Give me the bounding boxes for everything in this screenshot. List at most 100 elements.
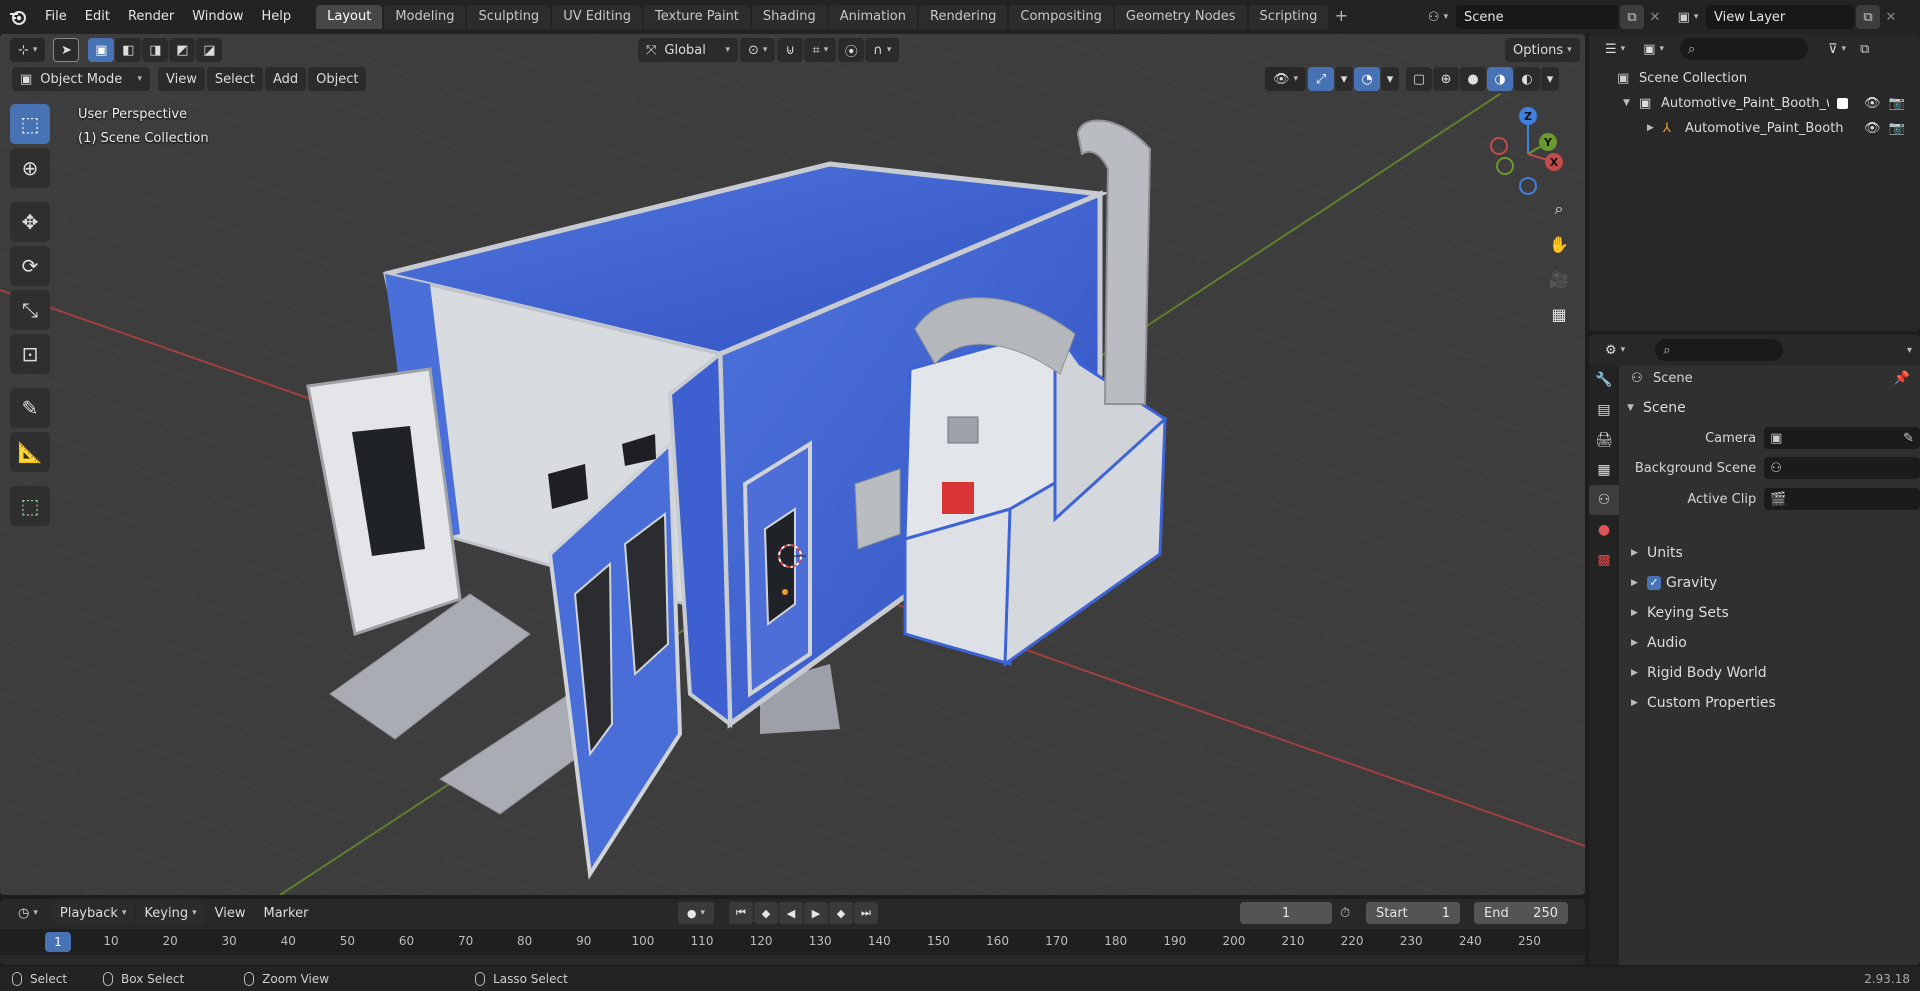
props-options-icon[interactable]: ▾: [1907, 345, 1912, 356]
scale-tool-icon[interactable]: ⤡: [10, 290, 50, 330]
render-tab-icon[interactable]: ▤: [1589, 395, 1619, 425]
keying-sets-panel-header[interactable]: ▶ Keying Sets: [1631, 601, 1729, 625]
tab-compositing[interactable]: Compositing: [1009, 5, 1113, 29]
view-layer-field[interactable]: View Layer: [1706, 5, 1854, 29]
visibility-dropdown[interactable]: 👁 ▾: [1265, 67, 1307, 91]
units-panel-header[interactable]: ▶ Units: [1631, 541, 1683, 565]
add-cube-tool-icon[interactable]: ⬚: [10, 486, 50, 526]
rigid-body-world-panel-header[interactable]: ▶ Rigid Body World: [1631, 661, 1767, 685]
cursor-tool-icon[interactable]: ⊕: [10, 148, 50, 188]
tab-geometry-nodes[interactable]: Geometry Nodes: [1114, 5, 1247, 29]
pin-icon[interactable]: 📌: [1894, 371, 1910, 386]
properties-search-input[interactable]: ⌕: [1655, 339, 1784, 361]
select-difference-icon[interactable]: ◩: [169, 38, 196, 62]
proportional-edit-icon[interactable]: ⦿: [838, 38, 865, 62]
tab-scripting[interactable]: Scripting: [1248, 5, 1329, 29]
object-visibility-eye-icon[interactable]: 👁: [1864, 121, 1881, 136]
gizmo-neg-z[interactable]: [1519, 177, 1537, 195]
select-box-tool-icon[interactable]: ⬚: [10, 104, 50, 144]
current-frame-field[interactable]: 1: [1240, 902, 1332, 924]
options-dropdown[interactable]: Options ▾: [1505, 38, 1580, 62]
eyedropper-icon[interactable]: ✎: [1903, 431, 1914, 446]
gizmo-neg-y[interactable]: [1496, 157, 1514, 175]
tab-texture-paint[interactable]: Texture Paint: [644, 5, 750, 29]
jump-end-icon[interactable]: ⏭: [854, 902, 878, 924]
snap-toggle-icon[interactable]: ⊍: [777, 38, 804, 62]
new-view-layer-button[interactable]: ⧉: [1856, 5, 1880, 29]
gravity-panel-header[interactable]: ▶ ✓ Gravity: [1631, 571, 1717, 595]
3d-viewport[interactable]: ⊹ ▾ ➤ ▣ ◧ ◨ ◩ ◪ ⤧ Global ▾ ⊙ ▾ ⊍ ⌗ ▾ ⦿ ∩ ▾ O…: [0, 34, 1585, 895]
current-frame-indicator[interactable]: 1: [45, 932, 71, 952]
scene-collection-label[interactable]: Scene Collection: [1639, 71, 1747, 86]
collection-row-label[interactable]: Automotive_Paint_Booth_witl: [1661, 96, 1829, 111]
measure-tool-icon[interactable]: 📐: [10, 432, 50, 472]
select-subtract-icon[interactable]: ◨: [142, 38, 169, 62]
transform-tool-icon[interactable]: ⊡: [10, 334, 50, 374]
shading-wireframe-icon[interactable]: ⊕: [1433, 67, 1460, 91]
view-layer-icon[interactable]: ▣ ▾: [1670, 5, 1706, 29]
shading-material-icon[interactable]: ◑: [1487, 67, 1514, 91]
audio-panel-header[interactable]: ▶ Audio: [1631, 631, 1687, 655]
editor-type-button[interactable]: ⊹ ▾: [10, 38, 46, 62]
blender-logo-icon[interactable]: [0, 0, 36, 34]
tab-sculpting[interactable]: Sculpting: [467, 5, 551, 29]
scene-selector-icon[interactable]: ⚇ ▾: [1420, 5, 1456, 29]
transform-orientation-dropdown[interactable]: ⤧ Global ▾: [638, 38, 738, 62]
texture-tab-icon[interactable]: ▩: [1589, 545, 1619, 575]
tab-layout[interactable]: Layout: [316, 5, 383, 29]
outliner-editor-type[interactable]: ☰ ▾: [1597, 37, 1634, 61]
properties-editor-type[interactable]: ⚙ ▾: [1597, 338, 1634, 362]
remove-scene-icon[interactable]: ✕: [1644, 10, 1666, 25]
jump-start-icon[interactable]: ⏮: [729, 902, 753, 924]
menu-render[interactable]: Render: [119, 0, 183, 34]
scene-panel-header[interactable]: ▼ Scene: [1627, 396, 1686, 420]
remove-view-layer-icon[interactable]: ✕: [1880, 10, 1902, 25]
scene-name-field[interactable]: Scene: [1456, 5, 1618, 29]
snap-target-dropdown[interactable]: ⌗ ▾: [804, 38, 837, 62]
move-tool-icon[interactable]: ✥: [10, 202, 50, 242]
menu-help[interactable]: Help: [253, 0, 301, 34]
tab-modeling[interactable]: Modeling: [384, 5, 466, 29]
collection-expand-icon[interactable]: ▼: [1623, 98, 1639, 108]
menu-add[interactable]: Add: [264, 67, 307, 91]
xray-toggle-icon[interactable]: ▢: [1406, 67, 1433, 91]
falloff-dropdown[interactable]: ∩ ▾: [865, 38, 900, 62]
world-tab-icon[interactable]: ●: [1589, 515, 1619, 545]
gravity-checkbox[interactable]: ✓: [1647, 576, 1661, 590]
shading-solid-icon[interactable]: ●: [1460, 67, 1487, 91]
play-reverse-icon[interactable]: ◀: [779, 902, 803, 924]
timeline-editor-type[interactable]: ◷ ▾: [10, 901, 46, 925]
gizmo-neg-x[interactable]: [1490, 137, 1508, 155]
visibility-eye-icon[interactable]: 👁: [1864, 96, 1881, 111]
frame-ruler[interactable]: 1 10 20 30 40 50 60 70 80 90 100 110 120 130 140 150 160…: [0, 929, 1585, 955]
keying-menu[interactable]: Keying ▾: [136, 901, 205, 925]
prev-keyframe-icon[interactable]: ◆: [754, 902, 778, 924]
select-intersect-icon[interactable]: ◪: [196, 38, 223, 62]
new-scene-button[interactable]: ⧉: [1620, 5, 1644, 29]
camera-view-icon[interactable]: 🎥: [1544, 264, 1574, 294]
select-new-icon[interactable]: ▣: [88, 38, 115, 62]
overlay-dropdown-icon[interactable]: ▾: [1381, 67, 1400, 91]
scene-tab-icon[interactable]: ⚇: [1589, 485, 1619, 515]
menu-select[interactable]: Select: [206, 67, 263, 91]
shading-dropdown-icon[interactable]: ▾: [1541, 67, 1560, 91]
mode-dropdown[interactable]: ▣ Object Mode ▾: [12, 67, 150, 91]
timeline-view-menu[interactable]: View: [207, 901, 254, 925]
rotate-tool-icon[interactable]: ⟳: [10, 246, 50, 286]
menu-view[interactable]: View: [158, 67, 205, 91]
tab-animation[interactable]: Animation: [828, 5, 917, 29]
tab-shading[interactable]: Shading: [751, 5, 827, 29]
overlay-toggle-icon[interactable]: ◔: [1354, 67, 1381, 91]
annotate-tool-icon[interactable]: ✎: [10, 388, 50, 428]
render-camera-icon[interactable]: 📷: [1889, 96, 1905, 111]
play-icon[interactable]: ▶: [804, 902, 828, 924]
perspective-toggle-icon[interactable]: ▦: [1544, 299, 1574, 329]
shading-rendered-icon[interactable]: ◐: [1514, 67, 1541, 91]
start-frame-field[interactable]: Start 1: [1366, 902, 1460, 924]
tool-tab-icon[interactable]: 🔧: [1589, 365, 1619, 395]
end-frame-field[interactable]: End 250: [1474, 902, 1568, 924]
display-mode-dropdown[interactable]: ▣ ▾: [1635, 37, 1673, 61]
active-clip-field[interactable]: 🎬: [1764, 488, 1920, 510]
background-scene-field[interactable]: ⚇: [1764, 457, 1920, 479]
select-extend-icon[interactable]: ◧: [115, 38, 142, 62]
